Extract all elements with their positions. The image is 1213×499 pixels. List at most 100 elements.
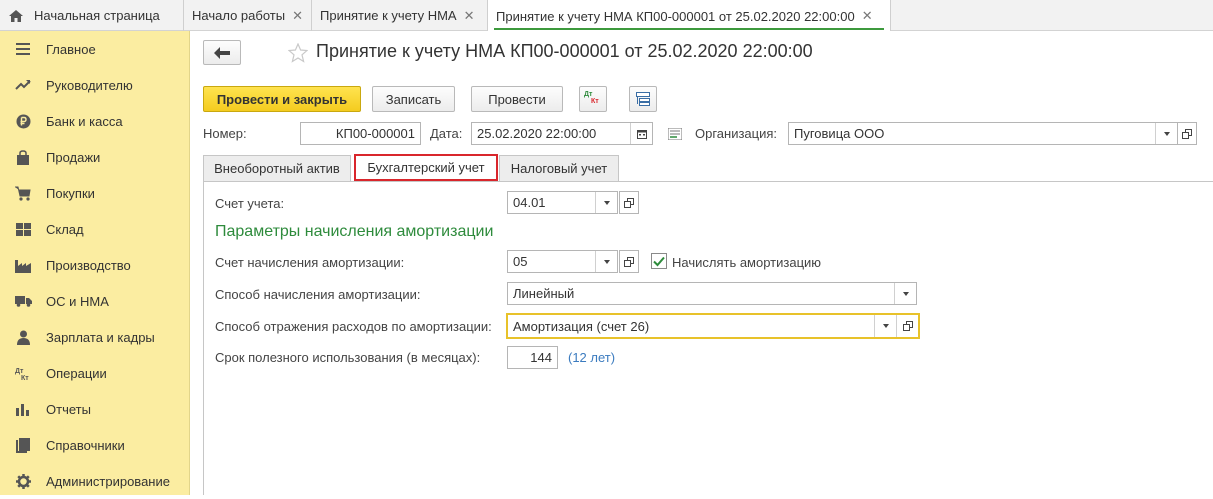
open-icon: [1182, 128, 1192, 139]
menu-icon: [14, 41, 32, 57]
sidebar-item-admin[interactable]: Администрирование: [0, 463, 190, 499]
sidebar-item-reports[interactable]: Отчеты: [0, 391, 190, 427]
sidebar-item-warehouse[interactable]: Склад: [0, 211, 190, 247]
chevron-down-icon[interactable]: [894, 283, 916, 304]
bar-chart-icon: [14, 401, 32, 417]
sidebar-item-salary[interactable]: Зарплата и кадры: [0, 319, 190, 355]
document-structure-button[interactable]: [629, 86, 657, 112]
tab-nma-list[interactable]: Принятие к учету НМА ✕: [312, 0, 488, 31]
number-label: Номер:: [203, 126, 247, 141]
expense-method-label: Способ отражения расходов по амортизации…: [215, 319, 492, 334]
svg-text:Кт: Кт: [21, 375, 29, 381]
page-title: Принятие к учету НМА КП00-000001 от 25.0…: [316, 41, 813, 61]
organization-field[interactable]: Пуговица ООО: [788, 122, 1178, 145]
sidebar-item-label: Покупки: [46, 185, 95, 201]
tab-start-work-label: Начало работы: [192, 8, 286, 23]
dt-kt-icon: Дт Кт: [14, 365, 32, 381]
open-icon[interactable]: [896, 315, 918, 337]
expense-method-field[interactable]: Амортизация (счет 26): [506, 313, 920, 339]
number-field[interactable]: КП00-000001: [300, 122, 421, 145]
chevron-down-icon[interactable]: [595, 192, 617, 213]
back-button[interactable]: [203, 40, 241, 65]
sidebar-item-label: Отчеты: [46, 401, 91, 417]
favorite-star-icon[interactable]: [288, 43, 308, 63]
method-field[interactable]: Линейный: [507, 282, 917, 305]
checkmark-icon: [653, 256, 665, 266]
tab-accounting[interactable]: Бухгалтерский учет: [354, 154, 498, 181]
close-icon[interactable]: ✕: [292, 8, 303, 24]
tab-nma-list-label: Принятие к учету НМА: [320, 8, 457, 23]
expense-method-value: Амортизация (счет 26): [513, 318, 650, 334]
date-value: 25.02.2020 22:00:00: [477, 126, 597, 141]
tab-start-work[interactable]: Начало работы ✕: [184, 0, 312, 31]
date-field[interactable]: 25.02.2020 22:00:00: [471, 122, 653, 145]
book-icon: [14, 437, 32, 453]
close-icon[interactable]: ✕: [464, 8, 475, 24]
amortization-account-label: Счет начисления амортизации:: [215, 255, 405, 270]
account-field[interactable]: 04.01: [507, 191, 618, 214]
show-postings-button[interactable]: Дт Кт: [579, 86, 607, 112]
tab-current-document[interactable]: Принятие к учету НМА КП00-000001 от 25.0…: [488, 0, 891, 32]
chevron-down-icon[interactable]: [595, 251, 617, 272]
document-form: Принятие к учету НМА КП00-000001 от 25.0…: [191, 31, 1213, 495]
sidebar-item-assets[interactable]: ОС и НМА: [0, 283, 190, 319]
list-icon[interactable]: [668, 128, 682, 140]
tab-tax-accounting[interactable]: Налоговый учет: [499, 155, 619, 181]
useful-life-years: (12 лет): [568, 350, 616, 365]
sidebar: Главное Руководителю Банк и касса Продаж…: [0, 31, 190, 495]
accrue-amortization-label[interactable]: Начислять амортизацию: [672, 255, 821, 270]
sidebar-item-label: Банк и касса: [46, 113, 123, 129]
account-label: Счет учета:: [215, 196, 285, 211]
account-value: 04.01: [513, 195, 546, 210]
sidebar-item-sales[interactable]: Продажи: [0, 139, 190, 175]
sidebar-item-operations[interactable]: Дт Кт Операции: [0, 355, 190, 391]
tab-non-current-asset[interactable]: Внеоборотный актив: [203, 155, 351, 181]
cart-icon: [14, 185, 32, 201]
sidebar-item-label: Производство: [46, 257, 131, 273]
amortization-account-field[interactable]: 05: [507, 250, 618, 273]
sidebar-item-label: Операции: [46, 365, 107, 381]
sidebar-item-bank[interactable]: Банк и касса: [0, 103, 190, 139]
truck-icon: [14, 293, 32, 309]
open-account-button[interactable]: [619, 191, 639, 214]
close-icon[interactable]: ✕: [862, 8, 873, 24]
useful-life-field[interactable]: 144: [507, 346, 558, 369]
organization-value: Пуговица ООО: [794, 126, 885, 141]
open-amortization-account-button[interactable]: [619, 250, 639, 273]
amortization-account-value: 05: [513, 254, 528, 269]
calendar-icon[interactable]: [630, 123, 652, 144]
gear-icon: [14, 473, 32, 489]
save-button[interactable]: Записать: [372, 86, 455, 112]
open-organization-button[interactable]: [1177, 122, 1197, 145]
sidebar-item-label: Продажи: [46, 149, 101, 165]
arrow-left-icon: [214, 46, 230, 59]
sidebar-item-label: Справочники: [46, 437, 125, 453]
sidebar-item-production[interactable]: Производство: [0, 247, 190, 283]
chevron-down-icon[interactable]: [1155, 123, 1177, 144]
post-and-close-button[interactable]: Провести и закрыть: [203, 86, 361, 112]
sidebar-item-label: Руководителю: [46, 77, 133, 93]
tab-home-label: Начальная страница: [34, 8, 160, 23]
bag-icon: [14, 149, 32, 165]
sidebar-item-label: Зарплата и кадры: [46, 329, 155, 345]
post-button[interactable]: Провести: [471, 86, 563, 112]
method-value: Линейный: [513, 286, 575, 301]
structure-icon: [636, 92, 650, 106]
sidebar-item-purchases[interactable]: Покупки: [0, 175, 190, 211]
chevron-down-icon[interactable]: [874, 315, 896, 337]
tab-home[interactable]: Начальная страница: [0, 0, 184, 31]
accrue-amortization-checkbox[interactable]: [651, 253, 667, 269]
dt-kt-icon: Дт Кт: [584, 91, 602, 107]
tab-current-document-label: Принятие к учету НМА КП00-000001 от 25.0…: [496, 8, 855, 24]
sidebar-item-catalogs[interactable]: Справочники: [0, 427, 190, 463]
open-icon: [624, 256, 634, 267]
sidebar-item-manager[interactable]: Руководителю: [0, 67, 190, 103]
sidebar-item-label: Администрирование: [46, 473, 170, 489]
top-tab-bar: Начальная страница Начало работы ✕ Приня…: [0, 0, 1213, 32]
factory-icon: [14, 257, 32, 273]
kt-label: Кт: [591, 98, 599, 105]
date-label: Дата:: [430, 126, 463, 141]
useful-life-label: Срок полезного использования (в месяцах)…: [215, 350, 481, 365]
sidebar-item-label: Склад: [46, 221, 84, 237]
sidebar-item-main[interactable]: Главное: [0, 31, 190, 67]
